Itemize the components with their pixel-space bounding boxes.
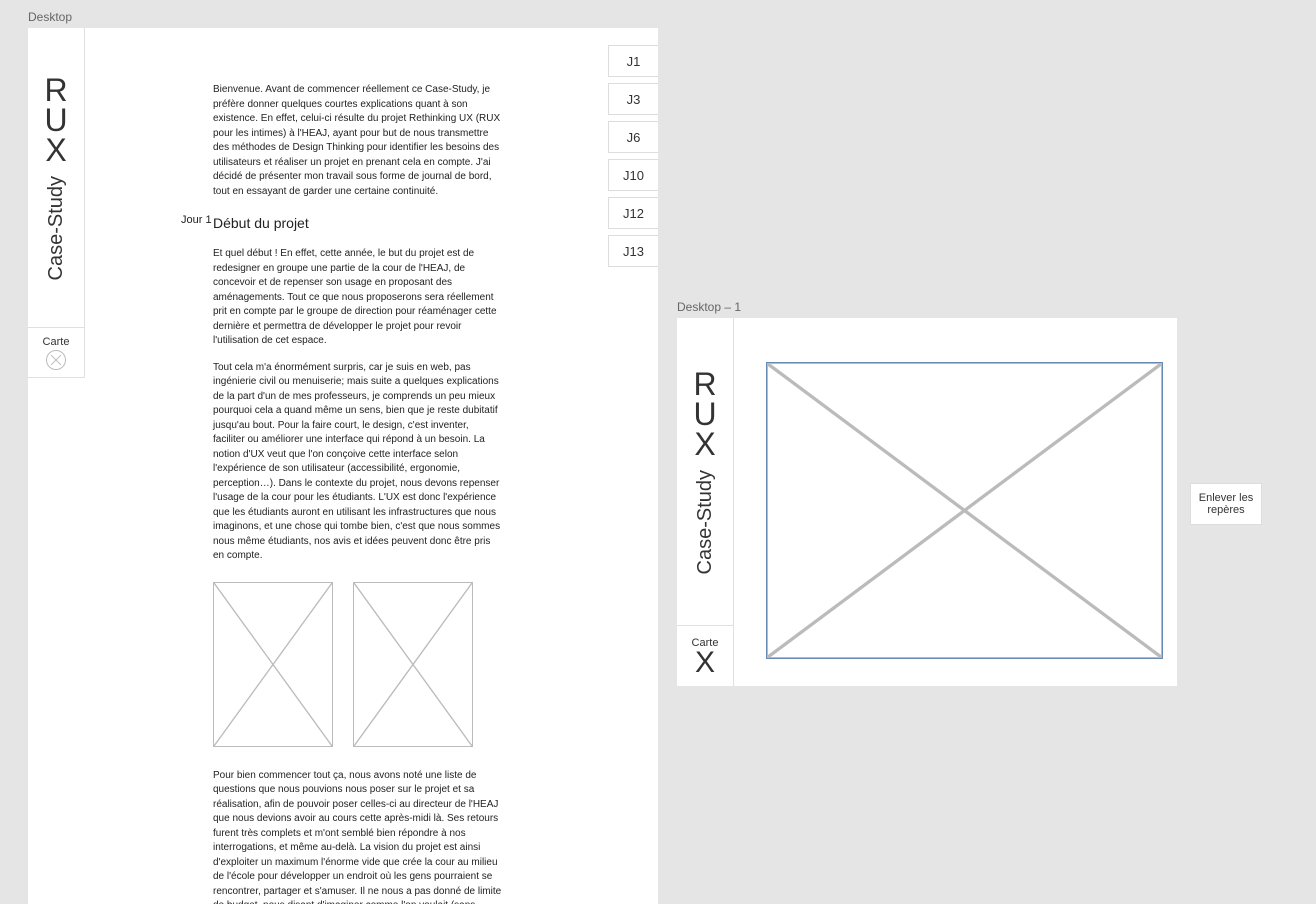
day-nav-item[interactable]: J3 — [608, 83, 658, 115]
section-heading: Début du projet — [213, 213, 503, 233]
logo-letter: U — [44, 105, 67, 135]
logo-subtitle: Case-Study — [694, 470, 717, 575]
frame-label-desktop: Desktop — [28, 10, 72, 24]
artboard-desktop-1[interactable]: R U X Case-Study Carte X — [677, 318, 1177, 686]
logo-letter: U — [693, 399, 716, 429]
day-nav-item[interactable]: J6 — [608, 121, 658, 153]
logo-letter: R — [44, 75, 67, 105]
logo-rux: R U X — [44, 75, 67, 166]
article-content: Bienvenue. Avant de commencer réellement… — [213, 83, 503, 904]
day-nav-item[interactable]: J12 — [608, 197, 658, 229]
body-paragraph: Pour bien commencer tout ça, nous avons … — [213, 769, 503, 904]
logo-letter: X — [693, 429, 716, 459]
logo-box: R U X Case-Study — [28, 28, 84, 328]
close-icon — [46, 350, 66, 370]
carte-button[interactable]: Carte — [28, 328, 84, 378]
logo-box: R U X Case-Study — [677, 318, 733, 626]
day-nav-item[interactable]: J10 — [608, 159, 658, 191]
logo-letter: R — [693, 369, 716, 399]
artboard-desktop[interactable]: R U X Case-Study Carte Bienvenue. Avant … — [28, 28, 658, 904]
day-nav-item[interactable]: J1 — [608, 45, 658, 77]
logo-subtitle: Case-Study — [45, 176, 68, 281]
carte-button[interactable]: Carte X — [677, 626, 733, 686]
carte-label: Carte — [43, 336, 70, 348]
day-nav: J1 J3 J6 J10 J12 J13 — [608, 45, 658, 273]
day-nav-item[interactable]: J13 — [608, 235, 658, 267]
logo-letter: X — [44, 135, 67, 165]
image-placeholder[interactable] — [213, 582, 333, 747]
body-paragraph: Tout cela m'a énormément surpris, car je… — [213, 361, 503, 564]
frame-label-desktop-1: Desktop – 1 — [677, 300, 741, 314]
annotation-note[interactable]: Enlever les repères — [1190, 483, 1262, 525]
logo-rux: R U X — [693, 369, 716, 460]
sidebar: R U X Case-Study Carte X — [677, 318, 734, 686]
image-placeholder-selected[interactable] — [767, 363, 1162, 658]
day-label: Jour 1 — [181, 213, 212, 229]
close-icon: X — [695, 649, 715, 676]
image-row — [213, 582, 503, 747]
intro-paragraph: Bienvenue. Avant de commencer réellement… — [213, 83, 503, 199]
sidebar: R U X Case-Study Carte — [28, 28, 85, 378]
body-paragraph: Et quel début ! En effet, cette année, l… — [213, 247, 503, 349]
image-placeholder[interactable] — [353, 582, 473, 747]
